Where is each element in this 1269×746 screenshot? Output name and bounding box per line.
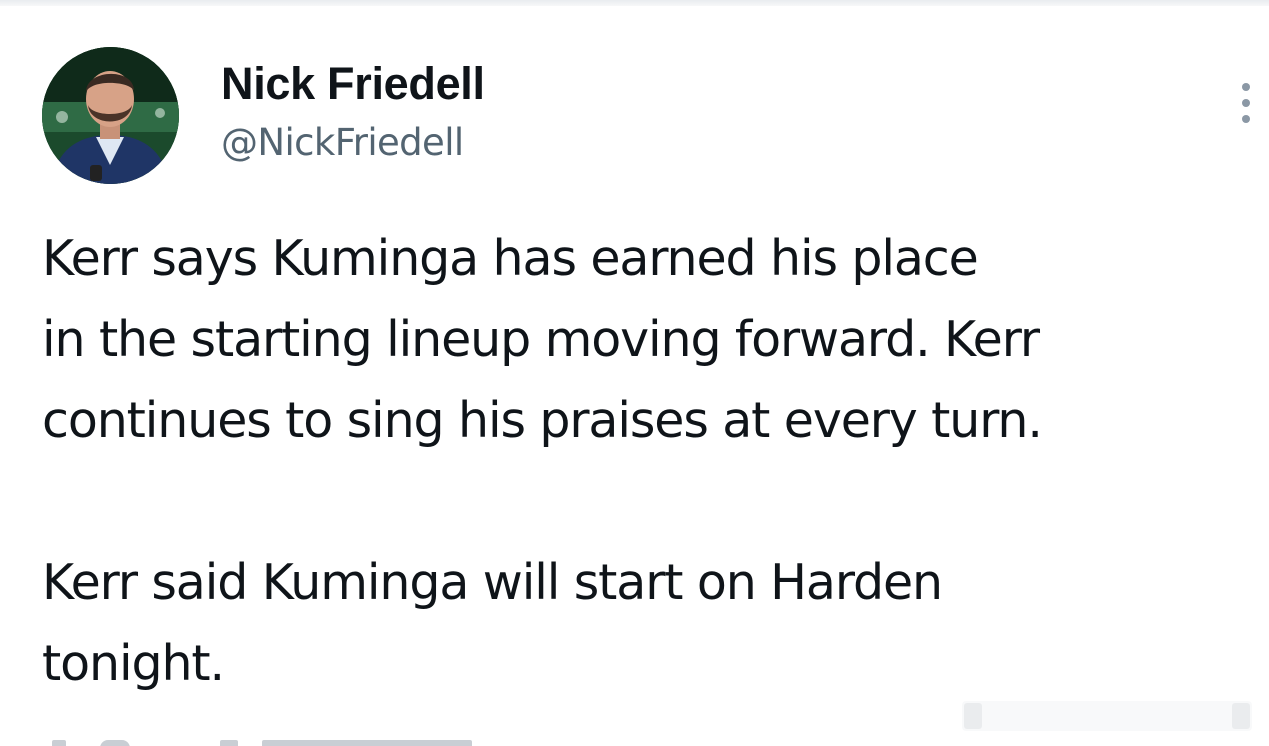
tweet-line: Kerr says Kuminga has earned his place (42, 230, 979, 287)
top-divider (0, 0, 1269, 6)
vertical-dots-icon (1242, 83, 1250, 91)
paragraph-break (42, 461, 1262, 542)
tweet-line: Kerr said Kuminga will start on Harden (42, 554, 943, 611)
truncated-text-fragment (262, 740, 472, 746)
action-icon-fragment (220, 740, 238, 746)
avatar-photo-icon (42, 47, 179, 184)
author-avatar[interactable] (42, 47, 179, 184)
more-options-button[interactable] (1228, 80, 1264, 126)
vertical-dots-icon-middle (1242, 99, 1250, 107)
tweet-text: Kerr says Kuminga has earned his place i… (42, 218, 1262, 704)
watermark-graphic (962, 701, 1252, 731)
author-display-name[interactable]: Nick Friedell (221, 58, 485, 110)
author-handle[interactable]: @NickFriedell (221, 119, 464, 167)
vertical-dots-icon-bottom (1242, 115, 1250, 123)
truncated-action-row (0, 736, 1269, 746)
action-icon-fragment (100, 740, 130, 746)
tweet-line: tonight. (42, 635, 225, 692)
tweet-line: in the starting lineup moving forward. K… (42, 311, 1040, 368)
action-icon-fragment (52, 740, 66, 746)
tweet-line: continues to sing his praises at every t… (42, 392, 1043, 449)
